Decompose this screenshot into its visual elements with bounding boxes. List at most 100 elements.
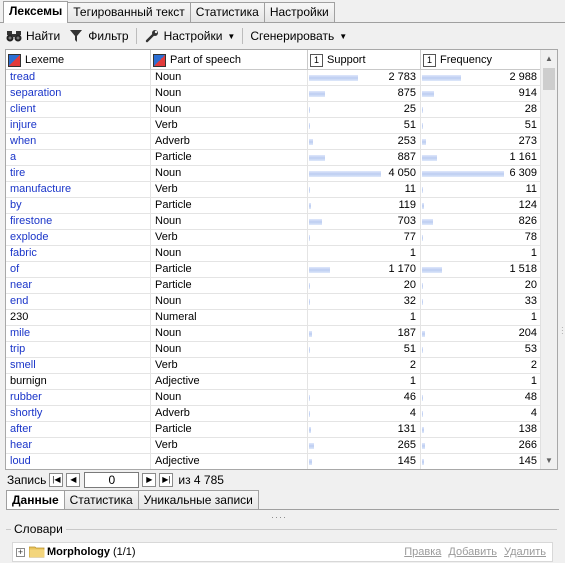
record-number-input[interactable]: 0 xyxy=(84,471,140,488)
last-record-icon[interactable]: ▶| xyxy=(159,472,174,487)
part-of-speech-cell: Particle xyxy=(151,262,308,277)
table-row[interactable]: firestone Noun 703 826 xyxy=(6,214,542,230)
filter-button[interactable]: Фильтр xyxy=(64,26,132,46)
frequency-cell: 204 xyxy=(421,326,542,341)
table-row[interactable]: rubber Noun 46 48 xyxy=(6,390,542,406)
add-dictionary-link[interactable]: Добавить xyxy=(448,546,497,558)
table-row[interactable]: end Noun 32 33 xyxy=(6,294,542,310)
lexeme-cell[interactable]: by xyxy=(6,198,151,213)
support-cell: 875 xyxy=(308,86,421,101)
lexeme-cell[interactable]: manufacture xyxy=(6,182,151,197)
find-button[interactable]: Найти xyxy=(2,26,64,46)
lexeme-cell[interactable]: loud xyxy=(6,454,151,469)
settings-dropdown-button[interactable]: Настройки ▼ xyxy=(140,26,240,46)
tab-statistics-bottom[interactable]: Статистика xyxy=(63,490,139,510)
lexeme-cell[interactable]: near xyxy=(6,278,151,293)
table-row[interactable]: trip Noun 51 53 xyxy=(6,342,542,358)
lexeme-cell[interactable]: hear xyxy=(6,438,151,453)
support-cell: 265 xyxy=(308,438,421,453)
frequency-value: 124 xyxy=(518,199,537,211)
scrollbar-thumb[interactable] xyxy=(543,68,555,90)
support-bar xyxy=(309,139,314,145)
table-row[interactable]: hear Verb 265 266 xyxy=(6,438,542,454)
column-header-label: Part of speech xyxy=(170,54,241,66)
table-row[interactable]: manufacture Verb 11 11 xyxy=(6,182,542,198)
lexeme-cell[interactable]: firestone xyxy=(6,214,151,229)
lexeme-cell[interactable]: shortly xyxy=(6,406,151,421)
table-row[interactable]: burnign Adjective 1 1 xyxy=(6,374,542,390)
table-row[interactable]: tire Noun 4 050 6 309 xyxy=(6,166,542,182)
dictionary-item[interactable]: + Morphology (1/1) Правка Добавить Удали… xyxy=(12,542,553,562)
table-row[interactable]: loud Adjective 145 145 xyxy=(6,454,542,469)
frequency-value: 2 xyxy=(530,359,537,371)
tab-data[interactable]: Данные xyxy=(6,490,65,510)
part-of-speech-cell: Adjective xyxy=(151,374,308,389)
tab-tagged-text[interactable]: Тегированный текст xyxy=(67,2,191,23)
previous-record-icon[interactable]: ◀ xyxy=(66,472,81,487)
frequency-value: 53 xyxy=(524,343,537,355)
table-row[interactable]: separation Noun 875 914 xyxy=(6,86,542,102)
tab-settings[interactable]: Настройки xyxy=(263,2,335,23)
part-of-speech-cell: Particle xyxy=(151,150,308,165)
table-row[interactable]: 230 Numeral 1 1 xyxy=(6,310,542,326)
table-row[interactable]: when Adverb 253 273 xyxy=(6,134,542,150)
support-cell: 32 xyxy=(308,294,421,309)
support-bar xyxy=(309,123,310,129)
lexeme-cell[interactable]: a xyxy=(6,150,151,165)
table-row[interactable]: tread Noun 2 783 2 988 xyxy=(6,70,542,86)
column-header-part-of-speech[interactable]: Part of speech xyxy=(151,50,308,70)
column-header-support[interactable]: 1 Support xyxy=(308,50,421,70)
table-row[interactable]: explode Verb 77 78 xyxy=(6,230,542,246)
column-header-frequency[interactable]: 1 Frequency xyxy=(421,50,542,70)
lexeme-cell[interactable]: injure xyxy=(6,118,151,133)
generate-dropdown-button[interactable]: Сгенерировать ▼ xyxy=(246,26,351,46)
lexeme-cell[interactable]: after xyxy=(6,422,151,437)
column-header-lexeme[interactable]: Lexeme xyxy=(6,50,151,70)
lexeme-cell[interactable]: explode xyxy=(6,230,151,245)
table-row[interactable]: shortly Adverb 4 4 xyxy=(6,406,542,422)
splitter-grip[interactable]: ···· xyxy=(271,512,289,522)
table-row[interactable]: of Particle 1 170 1 518 xyxy=(6,262,542,278)
lexeme-cell[interactable]: client xyxy=(6,102,151,117)
scroll-down-icon[interactable]: ▼ xyxy=(541,452,557,469)
table-row[interactable]: fabric Noun 1 1 xyxy=(6,246,542,262)
support-bar xyxy=(309,299,310,305)
lexeme-cell[interactable]: mile xyxy=(6,326,151,341)
panel-resize-handle[interactable]: · · · xyxy=(561,324,565,338)
frequency-cell: 78 xyxy=(421,230,542,245)
lexeme-cell[interactable]: fabric xyxy=(6,246,151,261)
frequency-value: 48 xyxy=(524,391,537,403)
delete-dictionary-link[interactable]: Удалить xyxy=(504,546,546,558)
lexeme-cell[interactable]: of xyxy=(6,262,151,277)
table-row[interactable]: smell Verb 2 2 xyxy=(6,358,542,374)
support-value: 703 xyxy=(397,215,416,227)
table-row[interactable]: injure Verb 51 51 xyxy=(6,118,542,134)
support-bar xyxy=(309,331,313,337)
tab-lexemes[interactable]: Лексемы xyxy=(3,1,69,23)
tab-unique-records[interactable]: Уникальные записи xyxy=(137,490,259,510)
support-cell: 1 xyxy=(308,310,421,325)
edit-dictionary-link[interactable]: Правка xyxy=(404,546,441,558)
table-row[interactable]: after Particle 131 138 xyxy=(6,422,542,438)
lexeme-cell[interactable]: trip xyxy=(6,342,151,357)
lexeme-cell[interactable]: tire xyxy=(6,166,151,181)
part-of-speech-cell: Adverb xyxy=(151,406,308,421)
table-row[interactable]: mile Noun 187 204 xyxy=(6,326,542,342)
table-row[interactable]: client Noun 25 28 xyxy=(6,102,542,118)
lexeme-cell[interactable]: end xyxy=(6,294,151,309)
next-record-icon[interactable]: ▶ xyxy=(142,472,157,487)
lexeme-cell[interactable]: rubber xyxy=(6,390,151,405)
expand-icon[interactable]: + xyxy=(16,547,25,557)
vertical-scrollbar[interactable]: ▲ ▼ xyxy=(540,50,557,469)
lexeme-cell[interactable]: when xyxy=(6,134,151,149)
lexeme-cell[interactable]: smell xyxy=(6,358,151,373)
table-row[interactable]: a Particle 887 1 161 xyxy=(6,150,542,166)
frequency-value: 145 xyxy=(518,455,537,467)
first-record-icon[interactable]: |◀ xyxy=(49,472,64,487)
table-row[interactable]: near Particle 20 20 xyxy=(6,278,542,294)
table-row[interactable]: by Particle 119 124 xyxy=(6,198,542,214)
tab-statistics[interactable]: Статистика xyxy=(189,2,265,23)
scroll-up-icon[interactable]: ▲ xyxy=(541,50,557,67)
lexeme-cell[interactable]: tread xyxy=(6,70,151,85)
lexeme-cell[interactable]: separation xyxy=(6,86,151,101)
